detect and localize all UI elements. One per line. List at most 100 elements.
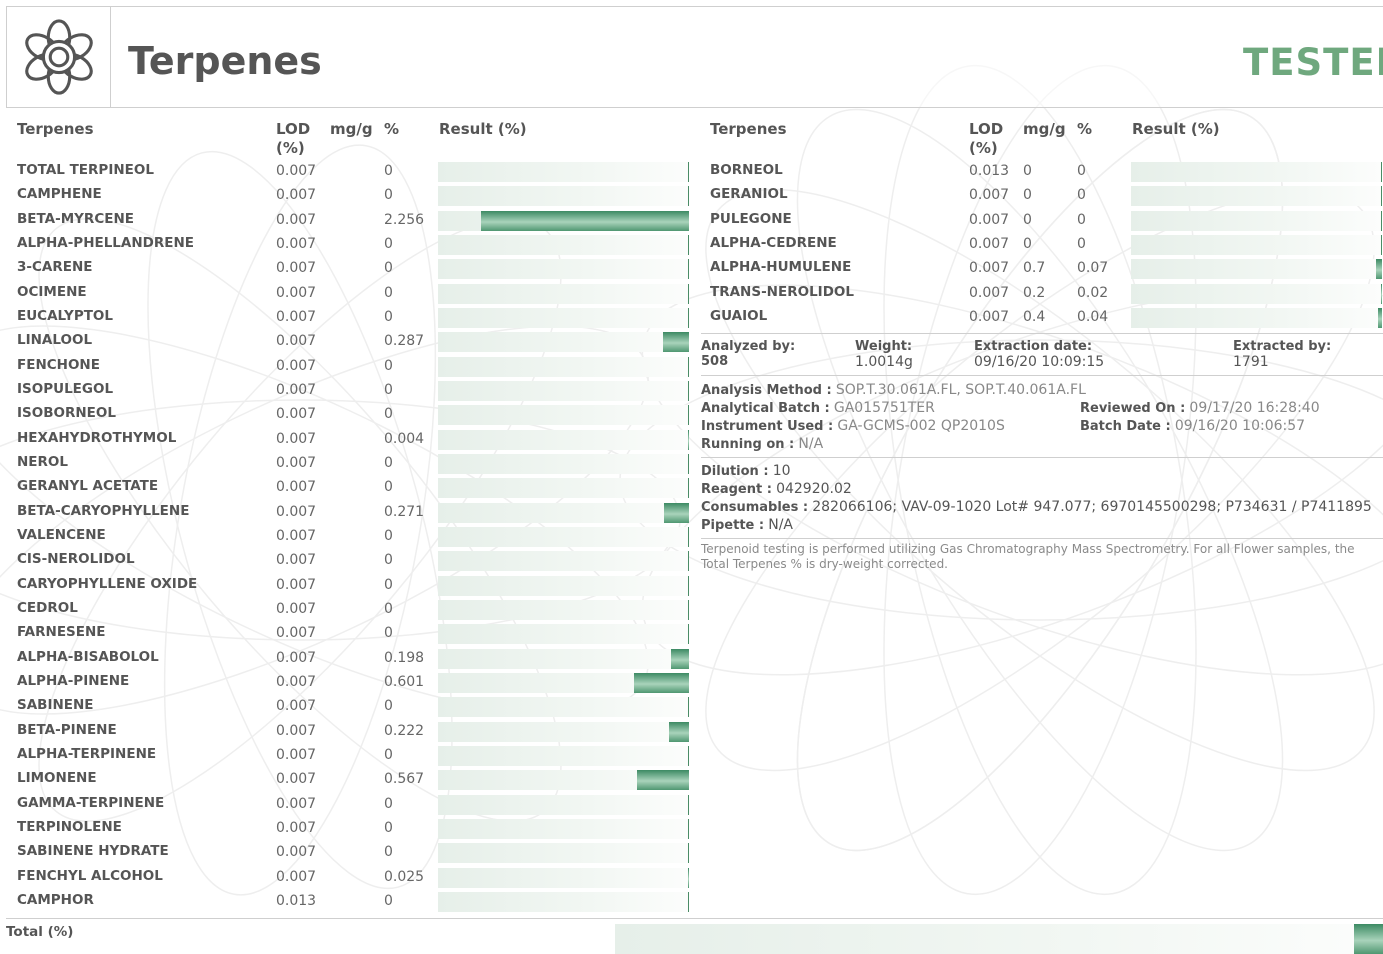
reagent-label: Reagent : <box>701 482 772 497</box>
terpene-name: ALPHA-HUMULENE <box>710 259 852 276</box>
result-bar-tick <box>688 186 689 207</box>
pct-value: 0 <box>1077 163 1086 179</box>
table-row: ALPHA-CEDRENE 0.007 0 0 <box>710 233 1383 257</box>
lod-value: 0.013 <box>969 163 1010 179</box>
result-bar <box>438 551 689 572</box>
pct-value: 0 <box>384 892 393 909</box>
lod-value: 0.007 <box>969 235 1010 252</box>
lod-value: 0.007 <box>276 430 317 447</box>
right-header-name: Terpenes <box>710 120 787 138</box>
terpene-name: ALPHA-BISABOLOL <box>17 648 159 665</box>
result-bar <box>438 356 689 377</box>
pct-value: 0 <box>384 357 393 374</box>
result-bar <box>438 770 689 791</box>
pct-value: 0 <box>1077 187 1086 204</box>
terpene-name: ALPHA-TERPINENE <box>17 745 157 762</box>
pct-value: 0.004 <box>384 430 425 447</box>
extracted-by: Extracted by: 1791 <box>1233 339 1331 370</box>
table-row: LIMONENE 0.007 0.567 <box>17 768 707 792</box>
lod-value: 0.007 <box>276 503 317 520</box>
lod-value: 0.007 <box>276 454 317 471</box>
table-row: PULEGONE 0.007 0 0 <box>710 209 1383 233</box>
result-bar <box>1131 210 1382 231</box>
table-row: EUCALYPTOL 0.007 0 <box>17 306 707 330</box>
table-row: TRANS-NEROLIDOL 0.007 0.2 0.02 <box>710 282 1383 306</box>
reviewed-on-label: Reviewed On : <box>1080 401 1186 416</box>
batch-date-value: 09/16/20 10:06:57 <box>1174 418 1306 434</box>
pct-value: 0.271 <box>384 503 425 520</box>
analysis-method-value: SOP.T.30.061A.FL, SOP.T.40.061A.FL <box>835 382 1086 398</box>
result-bar <box>438 453 689 474</box>
result-bar <box>438 745 689 766</box>
result-bar-tick <box>688 259 689 280</box>
pct-value: 0 <box>384 698 393 715</box>
reagent: Reagent : 042920.02 <box>701 481 852 497</box>
pct-value: 0 <box>384 163 393 179</box>
lod-value: 0.007 <box>276 260 317 277</box>
lod-value: 0.007 <box>276 235 317 252</box>
terpene-name: GUAIOL <box>710 307 768 324</box>
right-header-mg: mg/g <box>1023 120 1066 138</box>
terpene-name: TRANS-NEROLIDOL <box>710 283 854 300</box>
result-bar-tick <box>688 575 689 596</box>
table-row: CAMPHENE 0.007 0 <box>17 184 707 208</box>
result-bar <box>438 648 689 669</box>
pct-value: 0.198 <box>384 649 425 666</box>
extraction-date-label: Extraction date: <box>974 339 1093 354</box>
analytical-batch-label: Analytical Batch : <box>701 401 830 416</box>
result-bar <box>1131 283 1382 304</box>
result-bar <box>1131 259 1382 280</box>
terpene-name: GAMMA-TERPINENE <box>17 794 165 811</box>
pipette: Pipette : N/A <box>701 517 793 533</box>
right-header-lod: LOD (%) <box>969 120 1004 157</box>
table-row: BETA-MYRCENE 0.007 2.256 <box>17 209 707 233</box>
left-header-result: Result (%) <box>439 120 527 138</box>
result-bar-tick <box>688 624 689 645</box>
table-row: LINALOOL 0.007 0.287 <box>17 330 707 354</box>
batch-date-label: Batch Date : <box>1080 419 1171 434</box>
logo-box <box>7 7 111 107</box>
table-row: ALPHA-PHELLANDRENE 0.007 0 <box>17 233 707 257</box>
pct-value: 0 <box>384 844 393 861</box>
pct-value: 0 <box>384 260 393 277</box>
result-bar <box>438 210 689 231</box>
pct-value: 0.07 <box>1077 260 1109 277</box>
dilution-label: Dilution : <box>701 464 769 479</box>
table-row: ISOPULEGOL 0.007 0 <box>17 379 707 403</box>
lod-value: 0.007 <box>276 819 317 836</box>
divider <box>701 333 1383 334</box>
lod-value: 0.007 <box>969 211 1010 228</box>
extraction-date: Extraction date: 09/16/20 10:09:15 <box>974 339 1104 370</box>
lod-value: 0.007 <box>276 722 317 739</box>
result-bar-tick <box>688 162 689 182</box>
result-bar <box>438 867 689 888</box>
terpene-name: EUCALYPTOL <box>17 307 113 324</box>
mg-value: 0.7 <box>1023 260 1046 277</box>
table-row: CAMPHOR 0.013 0 <box>17 890 707 914</box>
running-on: Running on : N/A <box>701 436 823 452</box>
result-bar <box>438 405 689 426</box>
result-bar <box>438 332 689 353</box>
result-bar <box>1131 162 1382 182</box>
table-row: GERANYL ACETATE 0.007 0 <box>17 476 707 500</box>
table-row: ALPHA-HUMULENE 0.007 0.7 0.07 <box>710 257 1383 281</box>
pct-value: 0 <box>384 235 393 252</box>
result-bar <box>438 259 689 280</box>
result-bar-tick <box>688 891 689 912</box>
table-row: GUAIOL 0.007 0.4 0.04 <box>710 306 1383 330</box>
result-bar <box>438 672 689 693</box>
terpene-name: CARYOPHYLLENE OXIDE <box>17 575 198 592</box>
analyzed-by-label: Analyzed by: <box>701 339 796 354</box>
result-bar-tick <box>688 745 689 766</box>
result-bar <box>438 283 689 304</box>
lod-value: 0.007 <box>276 844 317 861</box>
result-bar-fill <box>671 648 689 669</box>
pct-value: 0 <box>384 381 393 398</box>
terpene-name: SABINENE <box>17 697 94 714</box>
extracted-by-label: Extracted by: <box>1233 339 1332 354</box>
result-bar-tick <box>1381 234 1382 255</box>
left-header-pct: % <box>384 120 400 138</box>
result-bar-tick <box>688 453 689 474</box>
mg-value: 0.2 <box>1023 284 1046 301</box>
terpene-name: ISOPULEGOL <box>17 380 114 397</box>
